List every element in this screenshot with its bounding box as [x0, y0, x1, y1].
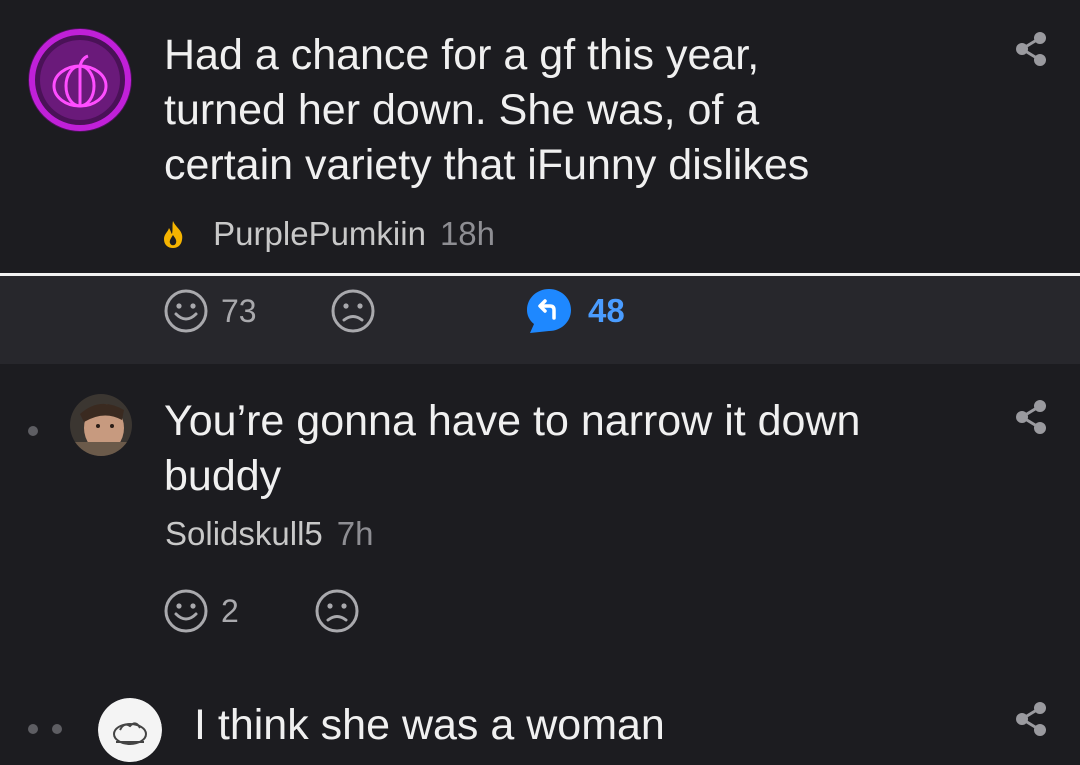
smile-count: 2: [221, 592, 239, 629]
unsmile-button[interactable]: [314, 588, 360, 634]
comment-text: I think she was a woman: [194, 701, 665, 749]
comment-1: Had a chance for a gf this year, turned …: [0, 0, 1080, 273]
share-icon[interactable]: [1012, 700, 1050, 738]
author-name[interactable]: Solidskull5: [165, 515, 323, 552]
comment-meta: PurplePumkiin 18h: [160, 214, 495, 254]
thread-dot: [52, 724, 62, 734]
reply-button[interactable]: 48: [524, 286, 625, 336]
avatar-user[interactable]: [98, 698, 162, 762]
smile-icon: [164, 289, 208, 333]
comment-2: You’re gonna have to narrow it down budd…: [0, 364, 1080, 664]
comment-meta: Solidskull5 7h: [165, 514, 373, 554]
thread-dot: [28, 426, 38, 436]
thread-dot: [28, 724, 38, 734]
comment-time: 18h: [439, 215, 495, 252]
reply-count: 48: [588, 292, 625, 329]
smile-icon: [164, 589, 208, 633]
avatar-purplepumkiin[interactable]: [28, 28, 132, 132]
frown-icon: [315, 589, 359, 633]
frown-icon: [331, 289, 375, 333]
comment-3: I think she was a woman: [0, 664, 1080, 765]
share-icon[interactable]: [1012, 30, 1050, 68]
avatar-solidskull5[interactable]: [70, 394, 132, 456]
pumpkin-avatar-icon: [28, 28, 132, 132]
comment-1-actions: 73 48: [0, 276, 1080, 364]
flame-icon: [164, 221, 183, 248]
user-photo-icon: [70, 394, 132, 456]
comment-text: Had a chance for a gf this year, turned …: [164, 31, 810, 189]
comment-time: 7h: [336, 515, 374, 552]
smile-button[interactable]: 2: [163, 588, 239, 634]
thread-indicator: [28, 724, 62, 734]
comment-text: You’re gonna have to narrow it down budd…: [164, 397, 861, 500]
smile-count: 73: [221, 292, 257, 329]
smile-button[interactable]: 73: [163, 288, 257, 334]
author-name[interactable]: PurplePumkiin: [213, 215, 426, 252]
share-icon[interactable]: [1012, 398, 1050, 436]
drawing-avatar-icon: [98, 698, 162, 762]
thread-indicator: [28, 426, 38, 436]
unsmile-button[interactable]: [330, 288, 376, 334]
reply-bubble-icon: [527, 289, 571, 333]
comments-screen: Had a chance for a gf this year, turned …: [0, 0, 1080, 765]
